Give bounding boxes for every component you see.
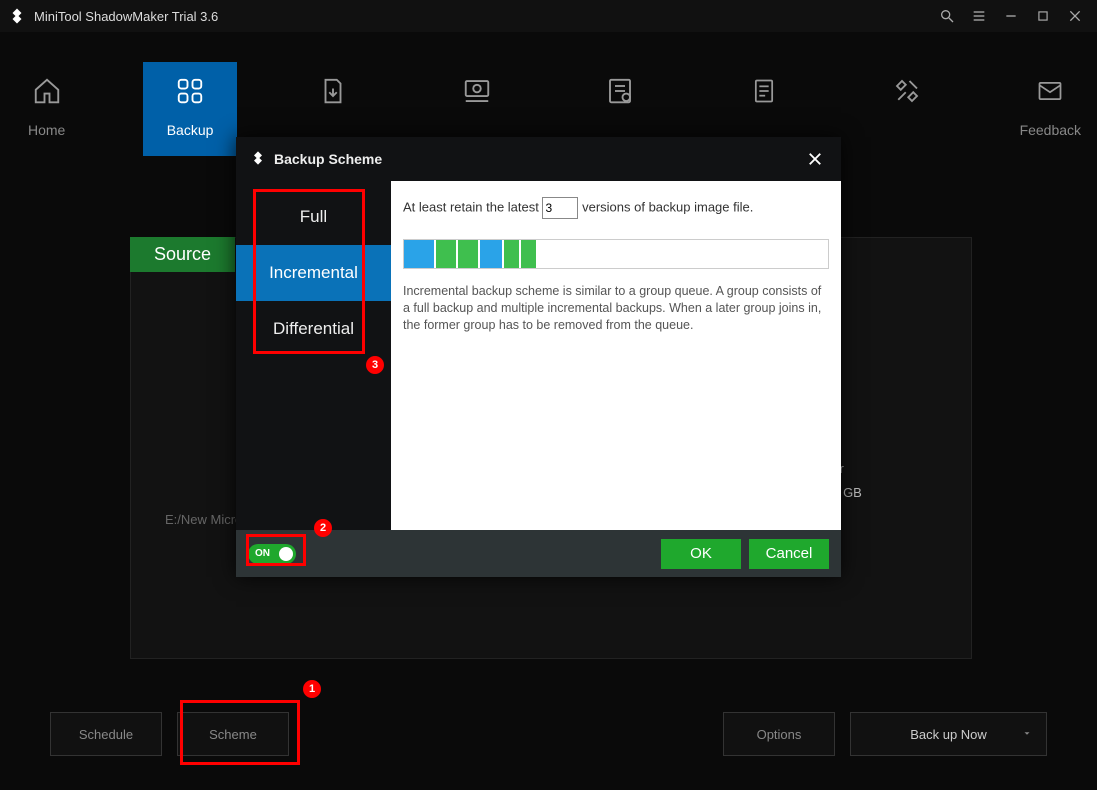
scheme-differential[interactable]: Differential (236, 301, 391, 357)
retain-post: versions of backup image file. (582, 199, 753, 214)
backup-icon (143, 74, 236, 108)
bottom-bar: Schedule Scheme Options Back up Now (0, 712, 1097, 756)
dialog-footer: ON OK Cancel (236, 530, 841, 577)
scheme-description: Incremental backup scheme is similar to … (403, 283, 829, 334)
main-area: Home Backup (0, 32, 1097, 790)
nav-home[interactable]: Home (0, 62, 93, 156)
nav-feedback-label: Feedback (1004, 122, 1097, 138)
nav-backup[interactable]: Backup (143, 62, 236, 156)
scheme-incremental[interactable]: Incremental (236, 245, 391, 301)
scheme-button[interactable]: Scheme (177, 712, 289, 756)
nav-backup-label: Backup (143, 122, 236, 138)
options-button[interactable]: Options (723, 712, 835, 756)
chevron-down-icon (1022, 727, 1032, 742)
home-icon (0, 74, 93, 108)
app-logo-icon (8, 7, 26, 25)
sync-icon (287, 74, 380, 108)
retain-line: At least retain the latest versions of b… (403, 197, 829, 219)
dialog-header: Backup Scheme (236, 137, 841, 181)
manage-icon (574, 74, 667, 108)
logs-icon (717, 74, 810, 108)
retain-pre: At least retain the latest (403, 199, 539, 214)
close-button[interactable] (1061, 2, 1089, 30)
highlight-badge-3: 3 (366, 356, 384, 374)
retain-count-input[interactable] (542, 197, 578, 219)
nav-feedback[interactable]: Feedback (1004, 62, 1097, 156)
source-label[interactable]: Source (130, 237, 235, 272)
toggle-label: ON (255, 548, 270, 559)
scheme-list: Full Incremental Differential (236, 181, 391, 530)
toggle-knob (279, 547, 293, 561)
dialog-logo-icon (250, 150, 266, 169)
dialog-close-button[interactable] (803, 147, 827, 171)
search-icon[interactable] (933, 2, 961, 30)
backup-scheme-dialog: Backup Scheme Full Incremental Different… (236, 137, 841, 577)
nav-tools[interactable] (860, 62, 953, 156)
menu-icon[interactable] (965, 2, 993, 30)
tools-icon (860, 74, 953, 108)
nav-home-label: Home (0, 122, 93, 138)
scheme-toggle[interactable]: ON (248, 544, 296, 564)
feedback-icon (1004, 74, 1097, 108)
backup-now-button[interactable]: Back up Now (850, 712, 1047, 756)
schedule-button[interactable]: Schedule (50, 712, 162, 756)
title-bar: MiniTool ShadowMaker Trial 3.6 (0, 0, 1097, 32)
minimize-button[interactable] (997, 2, 1025, 30)
scheme-content: At least retain the latest versions of b… (391, 181, 841, 530)
cancel-button[interactable]: Cancel (749, 539, 829, 569)
scheme-diagram (403, 239, 829, 269)
app-title: MiniTool ShadowMaker Trial 3.6 (34, 9, 218, 24)
highlight-badge-1: 1 (303, 680, 321, 698)
highlight-badge-2: 2 (314, 519, 332, 537)
maximize-button[interactable] (1029, 2, 1057, 30)
scheme-full[interactable]: Full (236, 189, 391, 245)
ok-button[interactable]: OK (661, 539, 741, 569)
restore-icon (430, 74, 523, 108)
dialog-title: Backup Scheme (274, 151, 382, 167)
